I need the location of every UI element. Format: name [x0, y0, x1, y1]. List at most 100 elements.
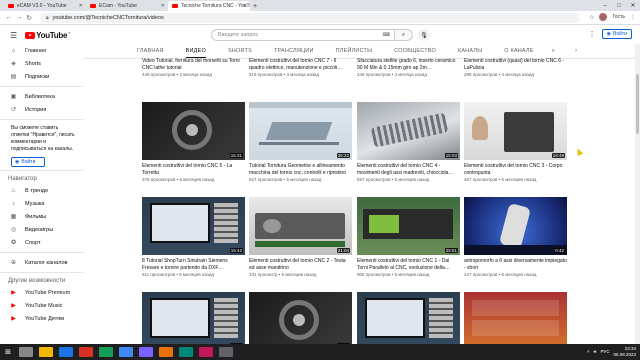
video-card[interactable] [464, 292, 567, 350]
sidebar-navigator-item-1[interactable]: ♪ Музыка [0, 197, 83, 210]
video-thumbnail[interactable] [357, 292, 460, 350]
sidebar-signin-button[interactable]: ◉ Войти [11, 157, 45, 167]
sidebar-other-item-0[interactable]: ▶ YouTube Premium [0, 286, 83, 299]
taskbar-app-icon[interactable] [179, 347, 193, 357]
sidebar-navigator-item-2[interactable]: ▦ Фильмы [0, 210, 83, 223]
close-window-icon[interactable]: ✕ [626, 0, 640, 11]
video-title[interactable]: 8 Tutorial ShopTurn Sinutrain Siemens Fr… [142, 258, 245, 271]
sidebar-navigator-item-4[interactable]: ✪ Спорт [0, 236, 83, 249]
video-card[interactable]: 25:51 Elementi costruttivi del tornio CNC… [357, 197, 460, 277]
video-card[interactable]: 21:04 Elementi costruttivi del tornio CNC… [249, 197, 352, 277]
sidebar-item-catalog[interactable]: ⊕ Каталог каналов [0, 256, 83, 269]
tray-chevron-icon[interactable]: ˄ [587, 349, 590, 354]
video-title[interactable]: Elementi costruttivi del tornio CNC 5 - … [142, 163, 245, 176]
browser-tab[interactable]: Tecniche Tornitura CNC - YouTub…✕ [168, 1, 250, 11]
video-card[interactable]: 36:22 Tutorial Tornitura Geometrie e alli… [249, 102, 352, 182]
video-card[interactable]: 0:42 antropomorfo a 6 assi diversamente i… [464, 197, 567, 277]
search-taskbar-icon[interactable] [19, 347, 33, 357]
video-title[interactable]: Elementi costruttivi del tornio CNC 2 - … [249, 258, 352, 271]
video-thumbnail[interactable]: 15:31 [142, 102, 245, 160]
search-input[interactable]: Введите запрос ⌨ [211, 29, 395, 41]
video-thumbnail[interactable]: 36:22 [249, 102, 352, 160]
video-title[interactable]: antropomorfo a 6 assi diversamente impie… [464, 258, 567, 271]
windows-start-icon[interactable]: ⊞ [0, 344, 16, 360]
sidebar-item-1[interactable]: ◈ Shorts [0, 57, 83, 70]
video-title[interactable]: Elementi costruttivi del tornio CNC 4 - … [357, 163, 460, 176]
new-tab-button[interactable]: + [250, 1, 260, 11]
channel-search-icon[interactable]: ⌕ [552, 48, 555, 55]
video-thumbnail[interactable]: 20:32 [142, 292, 245, 350]
scrollbar-thumb[interactable] [636, 74, 639, 134]
video-card[interactable] [357, 292, 460, 350]
video-thumbnail[interactable]: 21:04 [249, 197, 352, 255]
taskbar-app-icon[interactable] [219, 347, 233, 357]
browser-tab[interactable]: ECam - YouTube ✕ [86, 1, 168, 11]
video-thumbnail[interactable]: 0:42 [464, 197, 567, 255]
volume-icon[interactable]: 🔊︎ [594, 349, 597, 354]
video-card[interactable]: 20:32 [142, 292, 245, 350]
forward-icon[interactable]: → [14, 14, 24, 21]
close-tab-icon[interactable]: ✕ [161, 3, 165, 9]
system-clock[interactable]: 23:34 05.08.2023 [613, 346, 636, 357]
bookmark-star-icon[interactable]: ☆ [589, 14, 594, 21]
sidebar-other-item-1[interactable]: ▶ YouTube Music [0, 299, 83, 312]
taskbar-app-icon[interactable] [199, 347, 213, 357]
video-thumbnail[interactable]: 18:49 [464, 102, 567, 160]
sidebar-item-2[interactable]: ▤ Подписки [0, 70, 83, 83]
video-thumbnail[interactable]: 25:51 [357, 197, 460, 255]
video-card[interactable]: Elementi costruttivi del tornio CNC 7 - … [249, 55, 352, 77]
video-thumbnail[interactable]: 37:23 [249, 292, 352, 350]
video-card[interactable]: 15:42 8 Tutorial ShopTurn Sinutrain Sieme… [142, 197, 245, 277]
sidebar-other-item-2[interactable]: ▶ YouTube Детям [0, 312, 83, 325]
video-thumbnail[interactable] [464, 292, 567, 350]
keyboard-icon[interactable]: ⌨ [383, 32, 390, 38]
video-card[interactable]: 37:23 [249, 292, 352, 350]
sidebar-library-item-0[interactable]: ▣ Библиотека [0, 90, 83, 103]
video-title[interactable]: Elementi costruttivi del tornio CNC 1 - … [357, 258, 460, 271]
reload-icon[interactable]: ↻ [24, 14, 34, 22]
video-title[interactable]: Elementi costruttivi (quasi) del tornio … [464, 58, 567, 71]
profile-avatar[interactable] [599, 13, 608, 21]
taskbar-app-icon[interactable] [99, 347, 113, 357]
chevron-right-icon[interactable]: › [575, 48, 577, 54]
header-signin-button[interactable]: ◉ Войти [601, 29, 632, 39]
video-card[interactable]: 15:03 Elementi costruttivi del tornio CNC… [357, 102, 460, 182]
youtube-logo[interactable]: YouTube IT [25, 31, 71, 40]
sidebar-library-item-1[interactable]: ↺ История [0, 103, 83, 116]
hamburger-menu-icon[interactable]: ☰ [10, 31, 17, 40]
maximize-icon[interactable]: □ [612, 0, 626, 11]
taskbar-app-icon[interactable] [79, 347, 93, 357]
video-title[interactable]: Elementi costruttivi del tornio CNC 7 - … [249, 58, 352, 71]
page-scrollbar[interactable] [635, 44, 640, 360]
video-title[interactable]: Sfacciatura stellite grado 6, inserto ce… [357, 58, 460, 71]
file-explorer-icon[interactable] [39, 347, 53, 357]
video-card[interactable]: 18:49 Elementi costruttivi del tornio CNC… [464, 102, 567, 182]
video-card[interactable]: Video Tutorial, fornitura dei morsetti s… [142, 55, 245, 77]
settings-more-icon[interactable]: ⋮ [589, 30, 596, 38]
profile-label[interactable]: Гость [612, 14, 625, 20]
browser-tab[interactable]: eCAM V3.0 - YouTube ✕ [4, 1, 86, 11]
browser-menu-icon[interactable]: ⋮ [630, 14, 636, 21]
video-title[interactable]: Elementi costruttivi del tornio CNC 3 - … [464, 163, 567, 176]
keyboard-layout[interactable]: РУС [600, 349, 609, 354]
back-icon[interactable]: ← [4, 14, 14, 21]
taskbar-app-icon[interactable] [159, 347, 173, 357]
url-field[interactable]: 🔒︎ youtube.com/@TecnicheCNCTornitura/vid… [40, 12, 580, 23]
minimize-icon[interactable]: – [598, 0, 612, 11]
video-title[interactable]: Tutorial Tornitura Geometrie e allineame… [249, 163, 352, 176]
sidebar-navigator-item-3[interactable]: ◎ Видеоигры [0, 223, 83, 236]
search-button[interactable]: ⌕ [395, 29, 413, 41]
chrome-icon[interactable] [119, 347, 133, 357]
voice-search-button[interactable]: 🎙︎ [418, 29, 430, 41]
video-card[interactable]: Sfacciatura stellite grado 6, inserto ce… [357, 55, 460, 77]
close-tab-icon[interactable]: ✕ [243, 3, 247, 9]
video-card[interactable]: 15:31 Elementi costruttivi del tornio CNC… [142, 102, 245, 182]
video-thumbnail[interactable]: 15:42 [142, 197, 245, 255]
sidebar-navigator-item-0[interactable]: ♨ В тренде [0, 184, 83, 197]
video-thumbnail[interactable]: 15:03 [357, 102, 460, 160]
sidebar-item-0[interactable]: ⌂ Главная [0, 44, 83, 57]
taskbar-app-icon[interactable] [59, 347, 73, 357]
close-tab-icon[interactable]: ✕ [79, 3, 83, 9]
video-title[interactable]: Video Tutorial, fornitura dei morsetti s… [142, 58, 245, 71]
video-card[interactable]: Elementi costruttivi (quasi) del tornio … [464, 55, 567, 77]
